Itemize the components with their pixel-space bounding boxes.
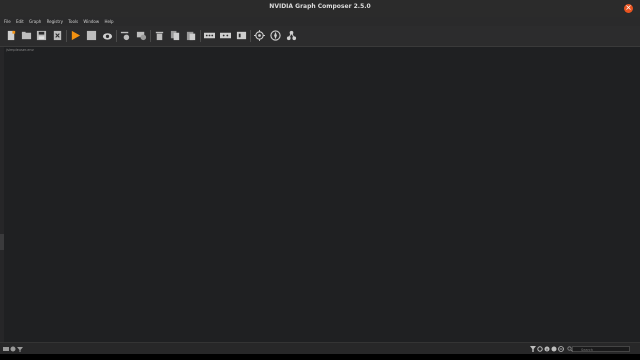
menu-window[interactable]: Window xyxy=(83,17,99,26)
warning-icon[interactable] xyxy=(551,346,557,352)
toolbar-separator xyxy=(250,30,251,42)
screen-bottom-edge xyxy=(0,354,640,360)
close-window-button[interactable] xyxy=(624,2,633,14)
menu-registry[interactable]: Registry xyxy=(47,17,63,26)
toolbar xyxy=(0,26,640,47)
error-icon[interactable] xyxy=(558,346,564,352)
search-input[interactable]: Search xyxy=(572,346,630,352)
add-component-icon[interactable] xyxy=(120,30,131,41)
breadcrumb: /simpleuser-env xyxy=(6,48,34,52)
settings-icon[interactable] xyxy=(10,346,16,352)
play-icon[interactable] xyxy=(70,30,81,41)
funnel-icon[interactable] xyxy=(530,346,536,352)
component-gear-icon[interactable] xyxy=(136,30,147,41)
tree-layout-icon[interactable] xyxy=(286,30,297,41)
toolbar-separator xyxy=(200,30,201,42)
new-file-icon[interactable] xyxy=(6,30,17,41)
toolbar-separator xyxy=(66,30,67,42)
menu-file[interactable]: File xyxy=(4,17,11,26)
compass-icon[interactable] xyxy=(270,30,281,41)
stop-icon[interactable] xyxy=(86,30,97,41)
menu-help[interactable]: Help xyxy=(104,17,113,26)
toolbar-separator xyxy=(116,30,117,42)
terminal-icon[interactable] xyxy=(236,30,247,41)
search-placeholder: Search xyxy=(581,348,594,352)
save-icon[interactable] xyxy=(36,30,47,41)
console-icon[interactable] xyxy=(3,346,9,352)
target-icon[interactable] xyxy=(254,30,265,41)
copy-icon[interactable] xyxy=(170,30,181,41)
gear-icon[interactable] xyxy=(537,346,543,352)
toolbar-separator xyxy=(150,30,151,42)
menu-edit[interactable]: Edit xyxy=(16,17,24,26)
menu-tools[interactable]: Tools xyxy=(68,17,78,26)
graph-canvas[interactable] xyxy=(4,47,640,342)
info-icon[interactable] xyxy=(544,346,550,352)
open-folder-icon[interactable] xyxy=(21,30,32,41)
menu-bar: File Edit Graph Registry Tools Window He… xyxy=(0,17,640,26)
paste-icon[interactable] xyxy=(186,30,197,41)
menu-graph[interactable]: Graph xyxy=(29,17,41,26)
filter-icon[interactable] xyxy=(17,346,23,352)
app-window: NVIDIA Graph Composer 2.5.0 File Edit Gr… xyxy=(0,0,640,360)
deploy-icon[interactable] xyxy=(102,30,113,41)
connect-icon[interactable] xyxy=(220,30,231,41)
close-file-icon[interactable] xyxy=(52,30,63,41)
search-icon xyxy=(567,346,573,352)
title-bar: NVIDIA Graph Composer 2.5.0 xyxy=(0,0,640,17)
window-title: NVIDIA Graph Composer 2.5.0 xyxy=(269,3,371,10)
trash-icon[interactable] xyxy=(154,30,165,41)
more-icon[interactable] xyxy=(204,30,215,41)
